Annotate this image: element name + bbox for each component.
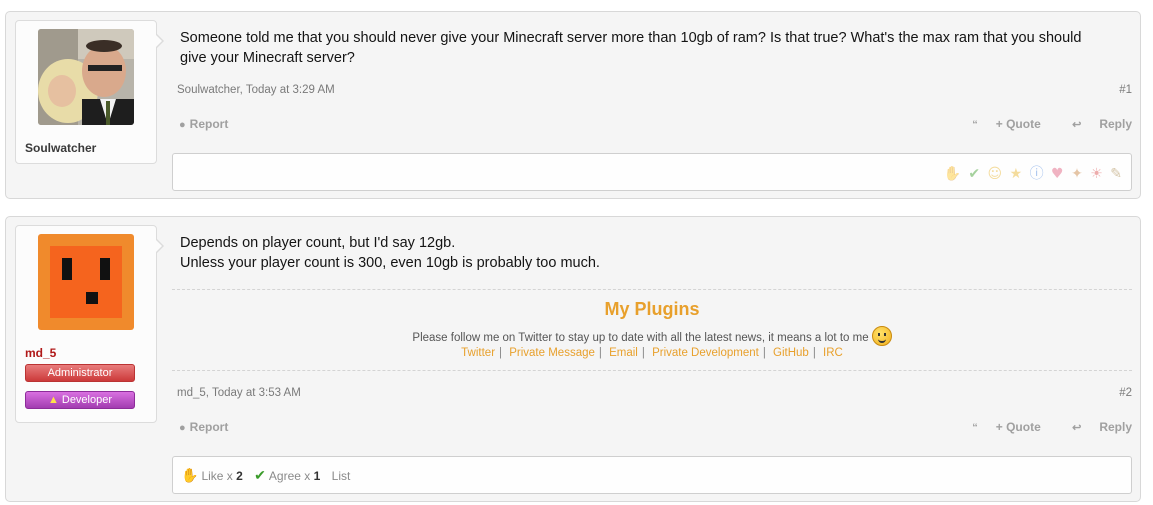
- quote-button[interactable]: “+ Quote: [958, 117, 1041, 131]
- alert-icon: ●: [179, 422, 186, 434]
- funny-icon[interactable]: ☺: [988, 166, 1004, 182]
- signature-title: My Plugins: [604, 299, 700, 319]
- message-body: Someone told me that you should never gi…: [180, 28, 1112, 68]
- post-2: md_5 Administrator ▲ Developer Depends on…: [5, 216, 1141, 502]
- likes-bar: ✋ Like x 2 ✔ Agree x 1 List: [172, 456, 1132, 494]
- user-info-block: md_5 Administrator ▲ Developer: [15, 225, 164, 423]
- twitter-link[interactable]: Twitter: [461, 347, 495, 359]
- quote-reply-group: “+ Quote ↩ Reply: [944, 420, 1132, 434]
- quote-reply-group: “+ Quote ↩ Reply: [944, 117, 1132, 131]
- reply-icon: ↩: [1072, 422, 1082, 434]
- avatar[interactable]: [38, 29, 134, 125]
- username[interactable]: Soulwatcher: [25, 141, 96, 155]
- quote-icon: “: [972, 422, 978, 434]
- developer-banner: ▲ Developer: [25, 391, 135, 409]
- post-meta[interactable]: md_5, Today at 3:53 AM: [177, 387, 301, 399]
- github-link[interactable]: GitHub: [773, 347, 809, 359]
- report-button[interactable]: ● Report: [179, 420, 228, 434]
- username[interactable]: md_5: [25, 346, 56, 360]
- smiley-icon: [871, 326, 892, 346]
- message-body: Depends on player count, but I'd say 12g…: [180, 233, 1112, 273]
- userblock-arrow: [155, 238, 164, 254]
- administrator-banner: Administrator: [25, 364, 135, 382]
- reply-button[interactable]: ↩ Reply: [1058, 420, 1132, 434]
- winner-icon[interactable]: ★: [1010, 166, 1024, 182]
- friendly-icon[interactable]: ♥: [1051, 166, 1065, 182]
- likes-list-link[interactable]: List: [332, 469, 351, 483]
- optimistic-icon[interactable]: ☀: [1090, 166, 1104, 182]
- report-button[interactable]: ● Report: [179, 117, 228, 131]
- quote-icon: “: [972, 119, 978, 131]
- post-1: Soulwatcher Someone told me that you sho…: [5, 11, 1141, 199]
- signature: My Plugins Please follow me on Twitter t…: [172, 289, 1132, 371]
- agree-icon[interactable]: ✔: [968, 166, 981, 182]
- developer-icon: ▲: [47, 394, 59, 406]
- like-count: 2: [236, 469, 243, 483]
- informative-icon[interactable]: ⓘ: [1030, 166, 1045, 182]
- post-number[interactable]: #1: [1119, 84, 1132, 96]
- message-line: Unless your player count is 300, even 10…: [180, 255, 600, 271]
- ratings-bar: ✋ ✔ ☺ ★ ⓘ ♥ ✦ ☀ ✎: [172, 153, 1132, 191]
- like-icon[interactable]: ✋: [943, 166, 961, 182]
- signature-links: Twitter | Private Message | Email | Private…: [461, 347, 843, 359]
- private-message-link[interactable]: Private Message: [509, 347, 595, 359]
- email-link[interactable]: Email: [609, 347, 638, 359]
- like-icon: ✋: [181, 467, 199, 483]
- likes-summary: ✋ Like x 2 ✔ Agree x 1 List: [181, 467, 351, 483]
- reply-button[interactable]: ↩ Reply: [1058, 117, 1132, 131]
- agree-icon: ✔: [254, 467, 266, 483]
- message-line: Someone told me that you should never gi…: [180, 30, 1082, 66]
- post-meta[interactable]: Soulwatcher, Today at 3:29 AM: [177, 84, 335, 96]
- quote-button[interactable]: “+ Quote: [958, 420, 1041, 434]
- message-line: Depends on player count, but I'd say 12g…: [180, 235, 456, 251]
- reply-icon: ↩: [1072, 119, 1082, 131]
- private-development-link[interactable]: Private Development: [652, 347, 759, 359]
- signature-text: Please follow me on Twitter to stay up t…: [172, 326, 1132, 346]
- userblock-arrow: [155, 33, 164, 49]
- post-number[interactable]: #2: [1119, 387, 1132, 399]
- alert-icon: ●: [179, 119, 186, 131]
- avatar[interactable]: [38, 234, 134, 330]
- creative-icon[interactable]: ✎: [1110, 166, 1123, 182]
- useful-icon[interactable]: ✦: [1071, 166, 1084, 182]
- agree-count: 1: [313, 469, 321, 483]
- user-info-block: Soulwatcher: [15, 20, 164, 164]
- irc-link[interactable]: IRC: [823, 347, 843, 359]
- rating-icons: ✋ ✔ ☺ ★ ⓘ ♥ ✦ ☀ ✎: [942, 163, 1123, 183]
